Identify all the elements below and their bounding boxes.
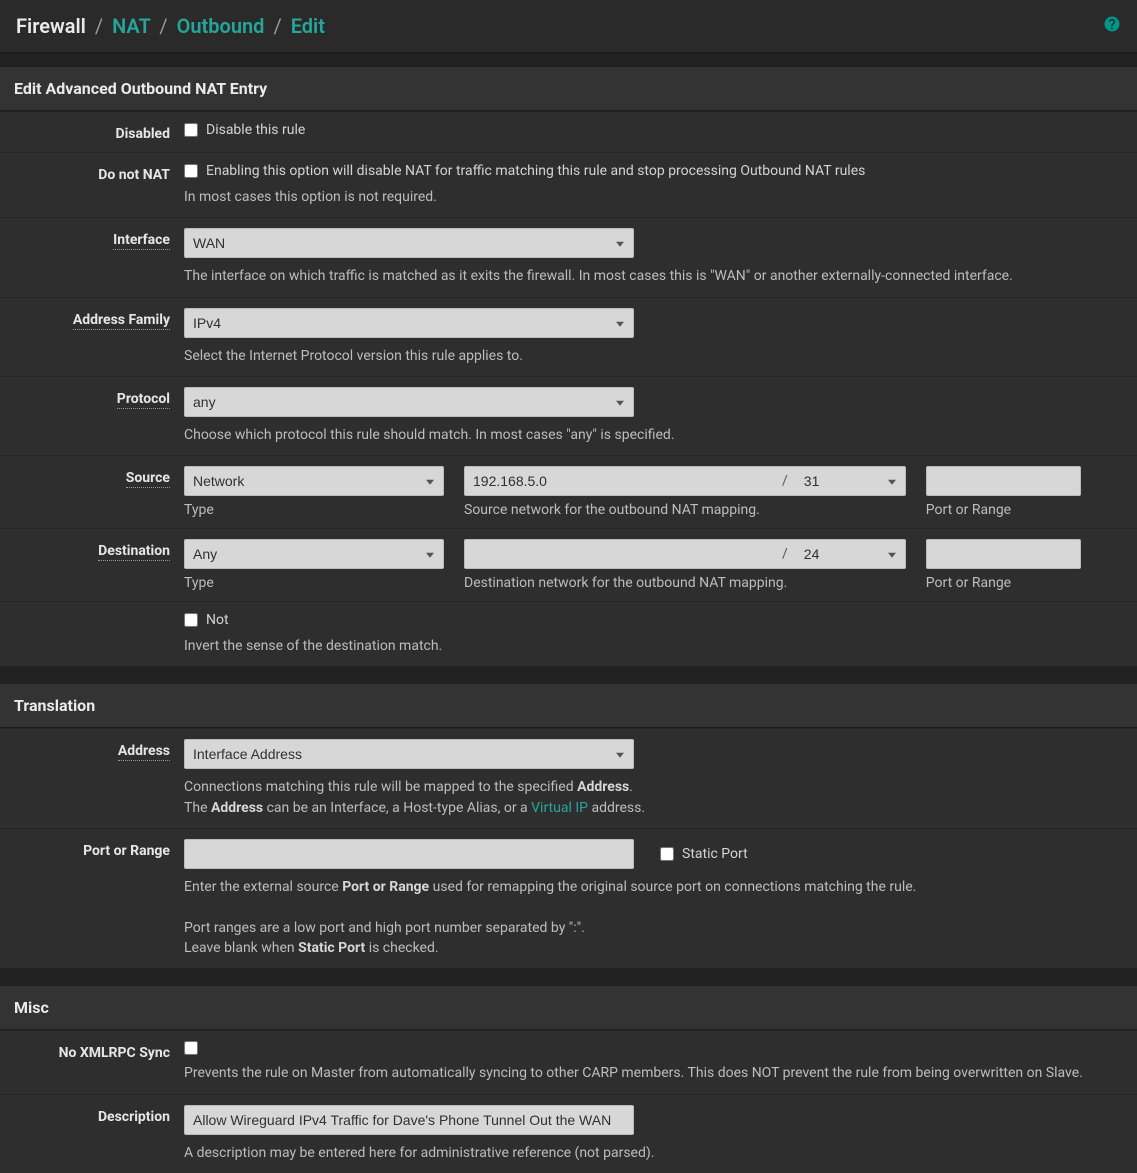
- row-description: Description A description may be entered…: [0, 1094, 1137, 1173]
- translation-address-help: Connections matching this rule will be m…: [184, 777, 1123, 818]
- row-translation-address: Address Interface Address Connections ma…: [0, 728, 1137, 828]
- disabled-checkbox[interactable]: [184, 123, 198, 137]
- translation-port-input[interactable]: [184, 839, 634, 869]
- row-address-family: Address Family IPv4 Select the Internet …: [0, 297, 1137, 376]
- do-not-nat-checkbox-label: Enabling this option will disable NAT fo…: [206, 163, 865, 179]
- label-address-family: Address Family: [73, 312, 170, 330]
- label-translation-port: Port or Range: [14, 839, 184, 859]
- destination-not-label: Not: [206, 612, 229, 628]
- address-family-help: Select the Internet Protocol version thi…: [184, 346, 1123, 366]
- destination-type-label: Type: [184, 575, 444, 591]
- description-input[interactable]: [184, 1105, 634, 1135]
- source-network-input[interactable]: [464, 466, 774, 496]
- destination-network-input[interactable]: [464, 539, 774, 569]
- label-translation-address: Address: [118, 743, 170, 761]
- row-no-xmlrpc: No XMLRPC Sync Prevents the rule on Mast…: [0, 1030, 1137, 1093]
- destination-network-help: Destination network for the outbound NAT…: [464, 575, 906, 591]
- source-port-label: Port or Range: [926, 502, 1081, 518]
- breadcrumb-nat[interactable]: NAT: [112, 14, 150, 38]
- destination-port-input[interactable]: [926, 539, 1081, 569]
- row-destination-not: Not Invert the sense of the destination …: [0, 601, 1137, 666]
- destination-not-help: Invert the sense of the destination matc…: [184, 636, 1123, 656]
- destination-not-wrap[interactable]: Not: [184, 612, 1123, 628]
- help-icon[interactable]: [1103, 15, 1121, 37]
- page-header: Firewall / NAT / Outbound / Edit: [0, 0, 1137, 53]
- row-interface: Interface WAN The interface on which tra…: [0, 217, 1137, 296]
- source-mask-select[interactable]: 31: [796, 466, 906, 496]
- label-do-not-nat: Do not NAT: [14, 163, 184, 183]
- row-destination: Destination Any Type / 24 Destination ne…: [0, 528, 1137, 601]
- translation-address-select[interactable]: Interface Address: [184, 739, 634, 769]
- row-translation-port: Port or Range Static Port Enter the exte…: [0, 828, 1137, 968]
- destination-type-select[interactable]: Any: [184, 539, 444, 569]
- source-type-select[interactable]: Network: [184, 466, 444, 496]
- no-xmlrpc-help: Prevents the rule on Master from automat…: [184, 1063, 1123, 1083]
- breadcrumb-root: Firewall: [16, 14, 86, 38]
- row-protocol: Protocol any Choose which protocol this …: [0, 376, 1137, 455]
- source-port-input[interactable]: [926, 466, 1081, 496]
- label-disabled: Disabled: [14, 122, 184, 142]
- no-xmlrpc-checkbox[interactable]: [184, 1041, 198, 1055]
- no-xmlrpc-wrap[interactable]: [184, 1041, 1123, 1055]
- protocol-select[interactable]: any: [184, 387, 634, 417]
- label-destination: Destination: [98, 543, 170, 561]
- row-disabled: Disabled Disable this rule: [0, 111, 1137, 152]
- breadcrumb-outbound[interactable]: Outbound: [177, 14, 265, 38]
- disabled-checkbox-label: Disable this rule: [206, 122, 305, 138]
- source-network-help: Source network for the outbound NAT mapp…: [464, 502, 906, 518]
- row-do-not-nat: Do not NAT Enabling this option will dis…: [0, 152, 1137, 217]
- do-not-nat-help: In most cases this option is not require…: [184, 187, 1123, 207]
- destination-port-label: Port or Range: [926, 575, 1081, 591]
- section-title-misc: Misc: [0, 986, 1137, 1030]
- section-title-edit: Edit Advanced Outbound NAT Entry: [0, 67, 1137, 111]
- do-not-nat-checkbox[interactable]: [184, 164, 198, 178]
- source-type-label: Type: [184, 502, 444, 518]
- virtual-ip-link[interactable]: Virtual IP: [531, 800, 588, 816]
- static-port-wrap[interactable]: Static Port: [660, 846, 748, 862]
- destination-mask-select[interactable]: 24: [796, 539, 906, 569]
- do-not-nat-checkbox-wrap[interactable]: Enabling this option will disable NAT fo…: [184, 163, 1123, 179]
- interface-help: The interface on which traffic is matche…: [184, 266, 1123, 286]
- disabled-checkbox-wrap[interactable]: Disable this rule: [184, 122, 1123, 138]
- label-source: Source: [126, 470, 170, 488]
- label-protocol: Protocol: [117, 391, 170, 409]
- row-source: Source Network Type / 31 Source network …: [0, 455, 1137, 528]
- static-port-label: Static Port: [682, 846, 748, 862]
- translation-port-help: Enter the external source Port or Range …: [184, 877, 1123, 958]
- label-interface: Interface: [113, 232, 170, 250]
- description-help: A description may be entered here for ad…: [184, 1143, 1123, 1163]
- slash-separator: /: [774, 539, 796, 569]
- breadcrumb-edit[interactable]: Edit: [291, 14, 325, 38]
- address-family-select[interactable]: IPv4: [184, 308, 634, 338]
- section-title-translation: Translation: [0, 684, 1137, 728]
- protocol-help: Choose which protocol this rule should m…: [184, 425, 1123, 445]
- label-no-xmlrpc: No XMLRPC Sync: [14, 1041, 184, 1061]
- destination-not-checkbox[interactable]: [184, 613, 198, 627]
- breadcrumb: Firewall / NAT / Outbound / Edit: [16, 14, 325, 38]
- label-description: Description: [14, 1105, 184, 1125]
- slash-separator: /: [774, 466, 796, 496]
- static-port-checkbox[interactable]: [660, 847, 674, 861]
- interface-select[interactable]: WAN: [184, 228, 634, 258]
